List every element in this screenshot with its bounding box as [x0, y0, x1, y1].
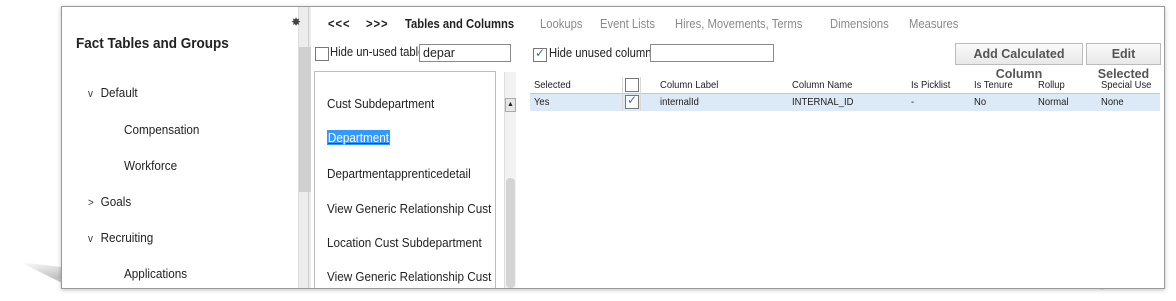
tree-item-applications[interactable]: Applications	[124, 266, 187, 281]
column-header-rollup[interactable]: Rollup	[1038, 79, 1065, 91]
tab-lookups[interactable]: Lookups	[540, 17, 583, 31]
list-item[interactable]: Departmentapprenticedetail	[327, 166, 471, 181]
column-divider	[622, 77, 623, 111]
cell-column-name: INTERNAL_ID	[792, 96, 854, 108]
add-calculated-column-button[interactable]: Add Calculated Column	[955, 43, 1083, 81]
tab-tables-and-columns[interactable]: Tables and Columns	[405, 17, 514, 31]
pin-icon[interactable]: ✸	[291, 15, 301, 29]
tree-item-compensation[interactable]: Compensation	[124, 122, 199, 137]
tab-event-lists[interactable]: Event Lists	[600, 17, 655, 31]
tab-measures[interactable]: Measures	[909, 17, 958, 31]
column-header-column-label[interactable]: Column Label	[660, 79, 718, 91]
data-model-panel: Fact Tables and Groups v Default Compensa…	[61, 6, 1165, 289]
tree-item-recruiting[interactable]: v Recruiting	[88, 230, 153, 245]
cell-is-picklist: -	[911, 96, 915, 108]
scroll-up-arrow-icon[interactable]: ▲	[505, 98, 516, 112]
left-panel-scrollbar[interactable]	[298, 7, 311, 288]
table-list-scrollbar[interactable]: ▲	[504, 72, 516, 288]
column-header-column-name[interactable]: Column Name	[792, 79, 852, 91]
list-item[interactable]: View Generic Relationship Cust	[327, 269, 491, 284]
list-item-selected[interactable]: Department	[327, 130, 390, 145]
cell-column-label: internalId	[660, 96, 699, 108]
select-all-checkbox[interactable]	[625, 78, 639, 92]
tree-item-workforce[interactable]: Workforce	[124, 158, 177, 173]
next-button[interactable]: >>>	[366, 17, 388, 31]
panel-divider	[308, 7, 309, 288]
column-divider	[640, 77, 641, 111]
column-filter-input[interactable]	[650, 44, 774, 62]
list-item[interactable]: Location Cust Subdepartment	[327, 235, 482, 250]
hide-unused-tables-label: Hide un-used tables	[330, 45, 431, 59]
chevron-down-icon: v	[88, 88, 93, 100]
column-header-is-tenure[interactable]: Is Tenure	[974, 79, 1013, 91]
tab-dimensions[interactable]: Dimensions	[830, 17, 889, 31]
fact-tables-title: Fact Tables and Groups	[76, 35, 229, 52]
prev-button[interactable]: <<<	[328, 17, 350, 31]
cell-special-use: None	[1101, 96, 1124, 108]
tree-item-default[interactable]: v Default	[88, 85, 138, 100]
chevron-down-icon: v	[88, 233, 93, 245]
list-item[interactable]: View Generic Relationship Cust	[327, 201, 491, 216]
row-checkbox[interactable]	[625, 93, 639, 109]
cell-is-tenure: No	[974, 96, 987, 108]
cell-rollup: Normal	[1038, 96, 1069, 108]
hide-unused-tables-checkbox[interactable]	[315, 47, 329, 61]
chevron-right-icon: >	[88, 197, 94, 209]
grid-header-divider	[530, 93, 1160, 94]
table-list-scrollbar-thumb[interactable]	[506, 178, 515, 288]
hide-unused-columns-label: Hide unused columns	[549, 46, 658, 60]
hide-unused-columns-checkbox[interactable]	[533, 46, 547, 62]
tab-hires-movements-terms[interactable]: Hires, Movements, Terms	[675, 17, 802, 31]
column-header-special-use[interactable]: Special Use	[1101, 79, 1151, 91]
edit-selected-button[interactable]: Edit Selected	[1086, 43, 1161, 81]
left-scrollbar-thumb[interactable]	[299, 47, 311, 192]
table-filter-input[interactable]: depar	[419, 44, 511, 62]
column-header-selected[interactable]: Selected	[534, 79, 571, 91]
top-nav: <<< >>> Tables and Columns Lookups Event…	[328, 17, 974, 31]
column-header-is-picklist[interactable]: Is Picklist	[911, 79, 950, 91]
tree-item-goals[interactable]: > Goals	[88, 194, 131, 209]
list-item[interactable]: Cust Subdepartment	[327, 96, 434, 111]
table-list: Cust Subdepartment Department Department…	[314, 71, 516, 288]
cell-selected: Yes	[534, 96, 550, 108]
